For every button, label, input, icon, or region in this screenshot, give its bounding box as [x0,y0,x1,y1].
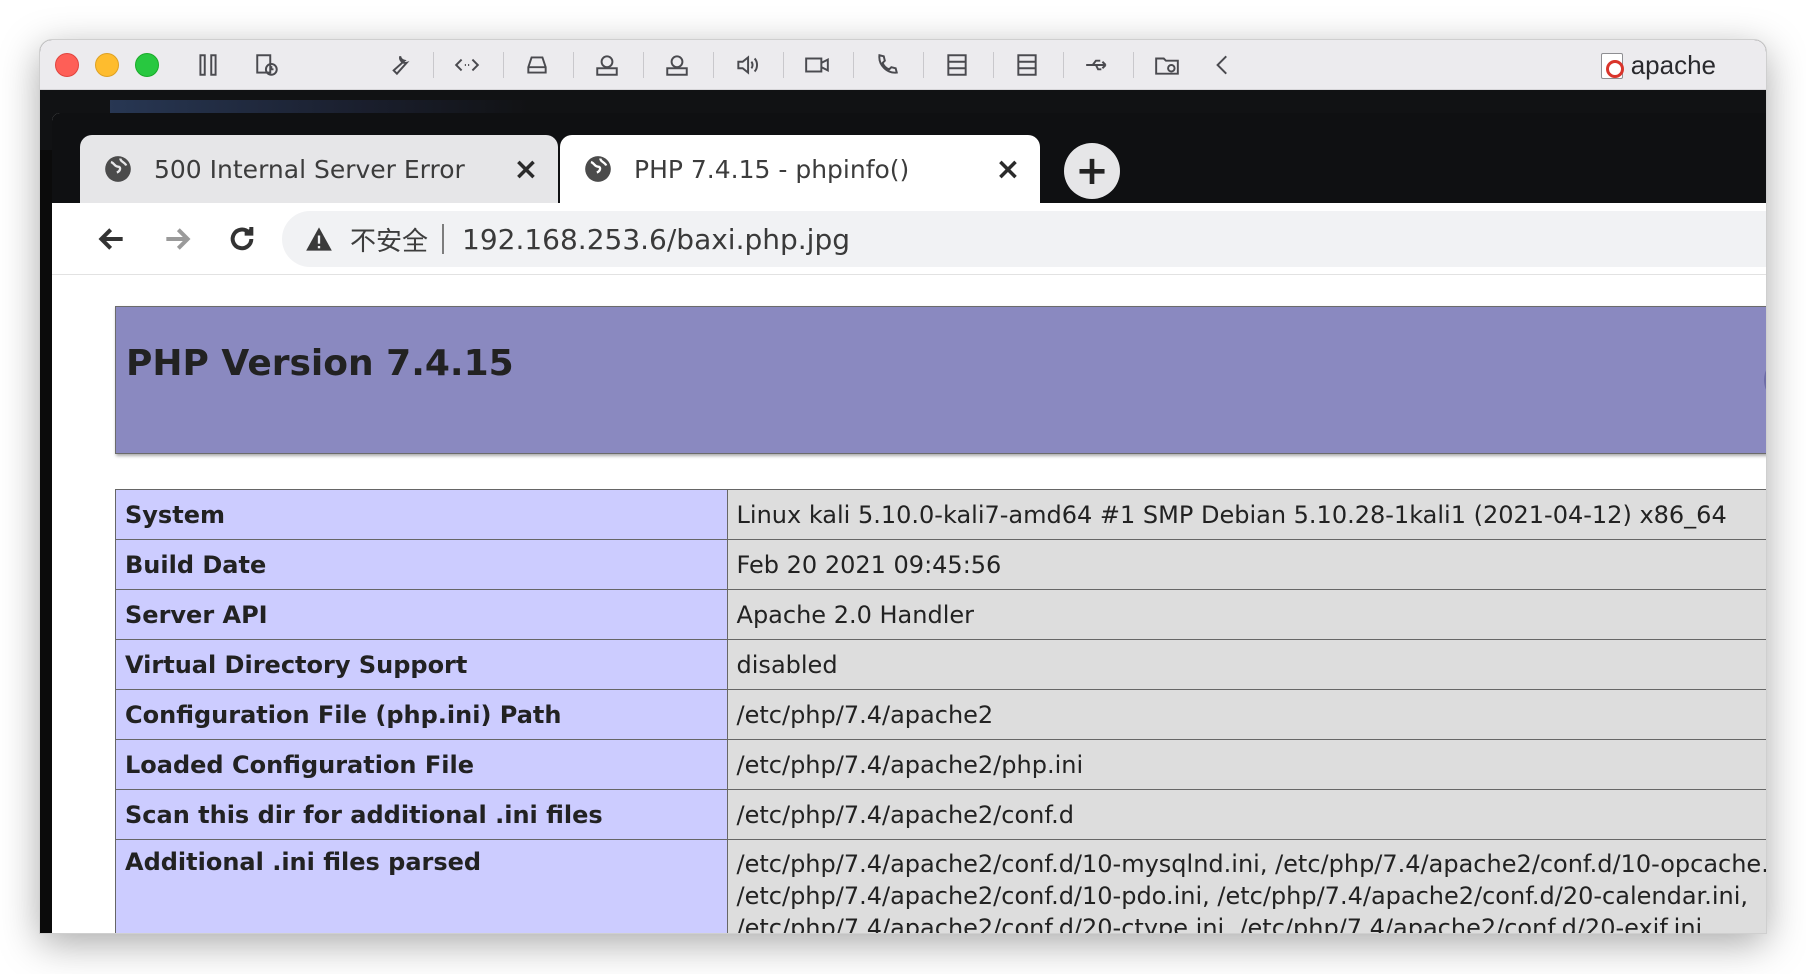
page-content: PHP Version 7.4.15 System Linux kali 5.1… [52,276,1766,933]
table-row: System Linux kali 5.10.0-kali7-amd64 #1 … [115,489,1766,540]
hard-disk-icon[interactable] [522,50,552,80]
row-value: /etc/php/7.4/apache2/php.ini [726,739,1766,790]
close-icon[interactable]: × [988,152,1028,187]
address-bar: 不安全 192.168.253.6/baxi.php.jpg [52,203,1766,275]
minimize-window-button[interactable] [95,52,119,77]
row-key: Scan this dir for additional .ini files [115,789,728,840]
tab-phpinfo[interactable]: PHP 7.4.15 - phpinfo() × [560,135,1040,203]
row-key: System [115,489,728,540]
optical-drive-2-icon[interactable] [662,50,692,80]
vm-document-icon [1600,52,1624,79]
row-value: Feb 20 2021 09:45:56 [726,539,1766,590]
close-icon[interactable]: × [506,152,546,187]
close-window-button[interactable] [55,52,79,77]
row-value-line: /etc/php/7.4/apache2/conf.d/20-ctype.ini… [736,914,1710,933]
tab-bar: 500 Internal Server Error × PHP 7.4.15 -… [52,113,1766,203]
row-key: Configuration File (php.ini) Path [115,689,728,740]
table-row: Additional .ini files parsed /etc/php/7.… [115,839,1766,933]
row-key: Server API [115,589,728,640]
php-logo [1764,345,1766,415]
row-value: /etc/php/7.4/apache2 [726,689,1766,740]
optical-drive-icon[interactable] [592,50,622,80]
row-value-line: /etc/php/7.4/apache2/conf.d/10-mysqlnd.i… [736,850,1766,878]
security-label[interactable]: 不安全 [350,221,428,258]
reload-icon[interactable] [220,217,264,261]
row-value-line: /etc/php/7.4/apache2/conf.d/10-pdo.ini, … [736,882,1749,910]
divider [442,224,445,254]
window-controls [55,52,159,77]
page-title: PHP Version 7.4.15 [126,343,514,384]
row-key: Additional .ini files parsed [115,839,728,933]
vm-name: apache [1600,50,1716,81]
row-key: Loaded Configuration File [115,739,728,790]
table-row: Virtual Directory Support disabled [115,639,1766,690]
tab-title: PHP 7.4.15 - phpinfo() [634,154,910,184]
row-value: Linux kali 5.10.0-kali7-amd64 #1 SMP Deb… [726,489,1766,540]
back-icon[interactable] [90,217,134,261]
serial-port-icon[interactable] [942,50,972,80]
row-value: /etc/php/7.4/apache2/conf.d/10-mysqlnd.i… [726,839,1766,933]
chevron-left-icon[interactable] [1208,50,1238,80]
row-value: disabled [726,639,1766,690]
tab-500-error[interactable]: 500 Internal Server Error × [80,135,558,203]
zoom-window-button[interactable] [135,52,159,77]
table-row: Configuration File (php.ini) Path /etc/p… [115,689,1766,740]
new-tab-button[interactable]: + [1064,143,1120,199]
url-field[interactable]: 不安全 192.168.253.6/baxi.php.jpg [282,211,1766,267]
url-text[interactable]: 192.168.253.6/baxi.php.jpg [462,223,850,256]
table-row: Server API Apache 2.0 Handler [115,589,1766,640]
table-row: Scan this dir for additional .ini files … [115,789,1766,840]
table-row: Build Date Feb 20 2021 09:45:56 [115,539,1766,590]
parallel-port-icon[interactable] [1012,50,1042,80]
shared-folder-icon[interactable] [1152,50,1182,80]
forward-icon[interactable] [155,217,199,261]
sound-icon[interactable] [732,50,762,80]
vm-window: apache 500 Internal Server Error × PHP 7… [40,40,1766,933]
warning-icon[interactable] [304,225,334,253]
phpinfo-header: PHP Version 7.4.15 [115,306,1766,454]
tab-title: 500 Internal Server Error [154,154,465,184]
row-key: Virtual Directory Support [115,639,728,690]
pause-icon[interactable] [193,50,223,80]
row-value: Apache 2.0 Handler [726,589,1766,640]
camera-icon[interactable] [802,50,832,80]
wrench-icon[interactable] [383,50,413,80]
snapshot-icon[interactable] [252,50,282,80]
browser-window: 500 Internal Server Error × PHP 7.4.15 -… [52,113,1766,933]
usb-icon[interactable] [1082,50,1112,80]
phone-icon[interactable] [872,50,902,80]
phpinfo-table: System Linux kali 5.10.0-kali7-amd64 #1 … [115,489,1766,933]
vm-name-label: apache [1630,50,1716,80]
code-arrows-icon[interactable] [452,50,482,80]
table-row: Loaded Configuration File /etc/php/7.4/a… [115,739,1766,790]
row-value: /etc/php/7.4/apache2/conf.d [726,789,1766,840]
globe-icon [585,156,611,182]
globe-icon [105,156,131,182]
vm-toolbar: apache [40,40,1766,90]
row-key: Build Date [115,539,728,590]
